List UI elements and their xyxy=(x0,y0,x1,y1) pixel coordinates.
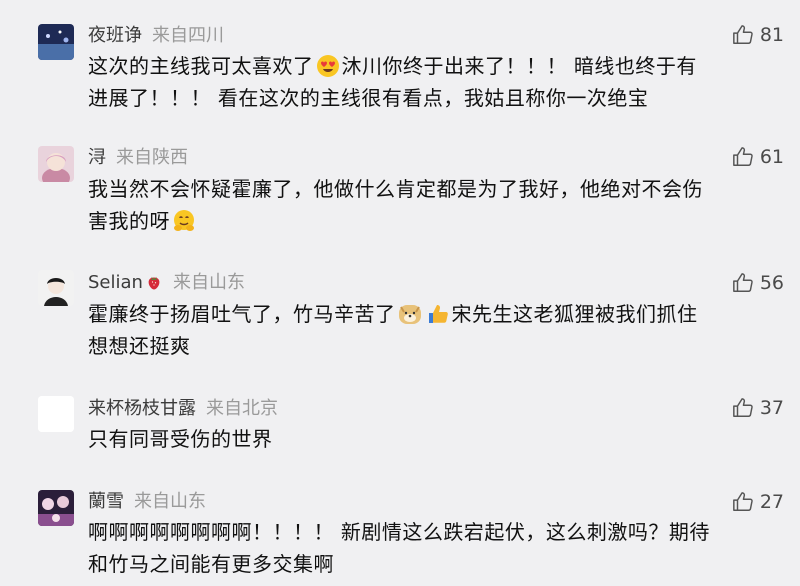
like-count: 27 xyxy=(759,491,784,513)
heart-eyes-emoji-icon xyxy=(316,55,339,77)
doge-emoji-icon xyxy=(398,305,421,324)
comment-line: 啊啊啊啊啊啊啊啊！！！！ 新剧情这么跌宕起伏，这么刺激吗？期待 xyxy=(88,520,710,544)
thumbs-up-icon xyxy=(732,492,753,511)
comment-line: 霍廉终于扬眉吐气了，竹马辛苦了 宋先生这老狐狸被我们抓住 xyxy=(88,298,788,330)
location: 来自山东 xyxy=(172,272,245,293)
comment-text: 霍廉终于扬眉吐气了，竹马辛苦了 宋先生这老狐狸被我们抓住 想想还挺爽 xyxy=(88,298,788,362)
avatar-image xyxy=(38,396,74,432)
comment-line: 这次的主线我可太喜欢了 沐川你终于出来了！！！ 暗线也终于有 xyxy=(88,50,788,82)
avatar[interactable] xyxy=(38,146,74,182)
thumbs-up-emoji-icon xyxy=(428,305,448,323)
user-info: Selian 来自山东 xyxy=(88,272,245,294)
user-info: 浔来自陕西 xyxy=(88,147,188,169)
comment-line-part: 霍廉终于扬眉吐气了，竹马辛苦了 xyxy=(88,302,396,326)
like-count: 81 xyxy=(759,24,784,46)
strawberry-icon xyxy=(148,276,160,290)
like-count: 37 xyxy=(759,397,784,419)
like-count: 61 xyxy=(759,146,784,168)
like-button[interactable]: 37 xyxy=(732,397,784,419)
avatar[interactable] xyxy=(38,24,74,60)
avatar-image xyxy=(38,24,74,60)
comment-line: 我当然不会怀疑霍廉了，他做什么肯定都是为了我好，他绝对不会伤 xyxy=(88,177,703,201)
avatar-image xyxy=(38,270,74,306)
username[interactable]: 浔 xyxy=(88,147,106,168)
like-button[interactable]: 56 xyxy=(732,272,784,294)
avatar-image xyxy=(38,490,74,526)
username[interactable]: Selian xyxy=(88,272,163,293)
comment-line: 害我的呀 xyxy=(88,205,788,237)
comment-line-part: 宋先生这老狐狸被我们抓住 xyxy=(451,302,698,326)
username[interactable]: 来杯杨枝甘露 xyxy=(88,398,196,419)
comment-text: 只有同哥受伤的世界 xyxy=(88,423,788,455)
comment-line-part: 沐川你终于出来了！！！ 暗线也终于有 xyxy=(341,54,697,78)
avatar-image xyxy=(38,146,74,182)
comment-text: 这次的主线我可太喜欢了 沐川你终于出来了！！！ 暗线也终于有 进展了！！！ 看在这… xyxy=(88,50,788,114)
comment-line: 和竹马之间能有更多交集啊 xyxy=(88,552,334,576)
username-text: Selian xyxy=(88,272,143,293)
comment-line: 进展了！！！ 看在这次的主线很有看点，我姑且称你一次绝宝 xyxy=(88,86,649,110)
location: 来自山东 xyxy=(134,491,206,512)
comment-line-part: 这次的主线我可太喜欢了 xyxy=(88,54,314,78)
comment-line: 想想还挺爽 xyxy=(88,334,191,358)
like-count: 56 xyxy=(759,272,784,294)
user-info: 夜班诤 来自四川 xyxy=(88,25,224,47)
thumbs-up-icon xyxy=(732,398,753,417)
avatar[interactable] xyxy=(38,490,74,526)
thumbs-up-icon xyxy=(732,147,753,166)
comment-text: 我当然不会怀疑霍廉了，他做什么肯定都是为了我好，他绝对不会伤 害我的呀 xyxy=(88,173,788,237)
avatar[interactable] xyxy=(38,270,74,306)
location: 来自四川 xyxy=(152,25,224,46)
location: 来自陕西 xyxy=(116,147,188,168)
hugging-face-emoji-icon xyxy=(174,210,194,231)
like-button[interactable]: 81 xyxy=(732,24,784,46)
comment-line-part: 害我的呀 xyxy=(88,209,170,233)
like-button[interactable]: 27 xyxy=(732,491,784,513)
like-button[interactable]: 61 xyxy=(732,146,784,168)
location: 来自北京 xyxy=(206,398,278,419)
thumbs-up-icon xyxy=(732,273,753,292)
thumbs-up-icon xyxy=(732,25,753,44)
username[interactable]: 夜班诤 xyxy=(88,25,142,46)
username[interactable]: 蘭雪 xyxy=(88,491,124,512)
comment-text: 啊啊啊啊啊啊啊啊！！！！ 新剧情这么跌宕起伏，这么刺激吗？期待 和竹马之间能有更… xyxy=(88,516,788,580)
comment-line: 只有同哥受伤的世界 xyxy=(88,427,273,451)
user-info: 蘭雪 来自山东 xyxy=(88,491,206,513)
avatar[interactable] xyxy=(38,396,74,432)
user-info: 来杯杨枝甘露 来自北京 xyxy=(88,398,278,420)
